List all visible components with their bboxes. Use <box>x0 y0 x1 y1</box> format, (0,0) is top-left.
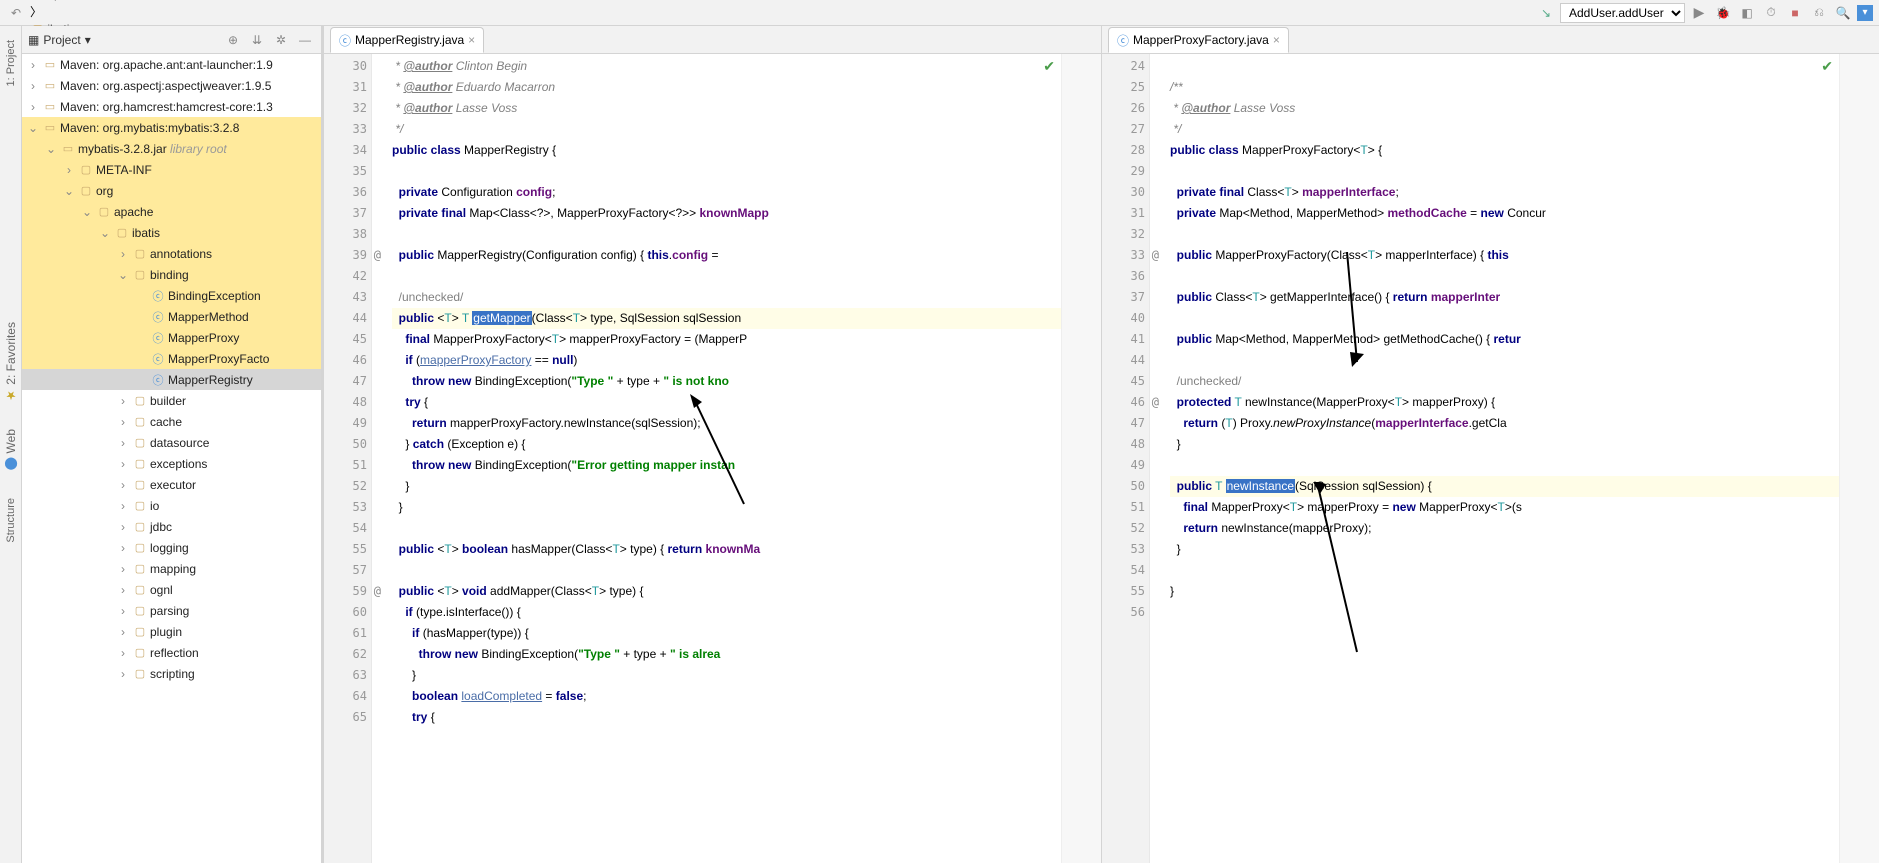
editor-right: ⓒMapperProxyFactory.java × 2425262728293… <box>1102 26 1879 863</box>
inspection-ok-icon: ✔ <box>1821 58 1833 75</box>
tree-item[interactable]: ›▢builder <box>22 390 321 411</box>
minimap[interactable] <box>1061 54 1101 863</box>
tab-label: MapperRegistry.java <box>355 33 464 47</box>
project-panel-header: ▦ Project ▾ ⊕ ⇊ ✲ — <box>22 26 321 54</box>
tree-item[interactable]: ›▢parsing <box>22 600 321 621</box>
editor-tabs-left: ⓒMapperRegistry.java × <box>324 26 1101 54</box>
tree-item[interactable]: ›▢datasource <box>22 432 321 453</box>
tree-item[interactable]: ›▢ognl <box>22 579 321 600</box>
hide-icon[interactable]: — <box>295 33 315 47</box>
tree-item[interactable]: ›▭Maven: org.hamcrest:hamcrest-core:1.3 <box>22 96 321 117</box>
search-icon[interactable]: 🔍 <box>1833 3 1853 23</box>
collapse-icon[interactable]: ⇊ <box>247 33 267 47</box>
inspection-ok-icon: ✔ <box>1043 58 1055 75</box>
tree-item[interactable]: ⓒMapperMethod <box>22 306 321 327</box>
tree-item[interactable]: ⓒBindingException <box>22 285 321 306</box>
close-icon[interactable]: × <box>468 33 475 47</box>
breadcrumb-item[interactable]: ▢ apache <box>30 0 177 3</box>
left-gutter: 1: Project ★ 2: Favorites ⬤ Web Structur… <box>0 26 22 863</box>
vcs-icon[interactable]: ⎌ <box>1809 3 1829 23</box>
tree-item[interactable]: ⌄▭Maven: org.mybatis:mybatis:3.2.8 <box>22 117 321 138</box>
web-tool-button[interactable]: ⬤ Web <box>4 421 18 479</box>
tree-item[interactable]: ⓒMapperProxy <box>22 327 321 348</box>
tree-item[interactable]: ›▢mapping <box>22 558 321 579</box>
run-config-select[interactable]: AddUser.addUser <box>1560 3 1685 23</box>
tree-item[interactable]: ⌄▢binding <box>22 264 321 285</box>
project-tool-button[interactable]: 1: Project <box>5 32 17 94</box>
navigation-bar: ▫ mybatis-3.2.8-sources.jar〉▢ org〉▢ apac… <box>0 0 1879 26</box>
minimap[interactable] <box>1839 54 1879 863</box>
tree-item[interactable]: ⌄▢apache <box>22 201 321 222</box>
editor-tabs-right: ⓒMapperProxyFactory.java × <box>1102 26 1879 54</box>
tree-item[interactable]: ›▢logging <box>22 537 321 558</box>
tree-item[interactable]: ⓒMapperRegistry <box>22 369 321 390</box>
editor-content-left[interactable]: 3031323334353637383942434445464748495051… <box>324 54 1101 863</box>
project-panel-title[interactable]: ▦ Project ▾ <box>28 33 219 47</box>
tree-item[interactable]: ›▭Maven: org.aspectj:aspectjweaver:1.9.5 <box>22 75 321 96</box>
editor-content-right[interactable]: 2425262728293031323336374041444546474849… <box>1102 54 1879 863</box>
tree-item[interactable]: ›▢scripting <box>22 663 321 684</box>
tree-item[interactable]: ›▢plugin <box>22 621 321 642</box>
run-icon[interactable]: ▶ <box>1689 3 1709 23</box>
tree-item[interactable]: ⌄▢org <box>22 180 321 201</box>
tree-item[interactable]: ›▢io <box>22 495 321 516</box>
profile-icon[interactable]: ⏱ <box>1761 3 1781 23</box>
settings-icon[interactable]: ✲ <box>271 33 291 47</box>
tree-item[interactable]: ›▭Maven: org.apache.ant:ant-launcher:1.9 <box>22 54 321 75</box>
more-icon[interactable]: ▾ <box>1857 5 1873 21</box>
tree-item[interactable]: ›▢exceptions <box>22 453 321 474</box>
tree-item[interactable]: ›▢jdbc <box>22 516 321 537</box>
build-icon[interactable]: ↘ <box>1536 3 1556 23</box>
coverage-icon[interactable]: ◧ <box>1737 3 1757 23</box>
structure-tool-button[interactable]: Structure <box>5 490 17 551</box>
project-panel: ▦ Project ▾ ⊕ ⇊ ✲ — ›▭Maven: org.apache.… <box>22 26 324 863</box>
favorites-tool-button[interactable]: ★ 2: Favorites <box>4 314 18 411</box>
locate-icon[interactable]: ⊕ <box>223 33 243 47</box>
close-icon[interactable]: × <box>1273 33 1280 47</box>
tree-item[interactable]: ⌄▭mybatis-3.2.8.jar library root <box>22 138 321 159</box>
tree-item[interactable]: ›▢META-INF <box>22 159 321 180</box>
editor-left: ⓒMapperRegistry.java × 30313233343536373… <box>324 26 1102 863</box>
tree-item[interactable]: ›▢annotations <box>22 243 321 264</box>
tree-item[interactable]: ›▢cache <box>22 411 321 432</box>
tree-item[interactable]: ›▢reflection <box>22 642 321 663</box>
tree-item[interactable]: ›▢executor <box>22 474 321 495</box>
project-tree[interactable]: ›▭Maven: org.apache.ant:ant-launcher:1.9… <box>22 54 321 863</box>
back-icon[interactable] <box>6 3 26 23</box>
tab-label: MapperProxyFactory.java <box>1133 33 1269 47</box>
tab-mapper-registry[interactable]: ⓒMapperRegistry.java × <box>330 27 484 53</box>
tree-item[interactable]: ⌄▢ibatis <box>22 222 321 243</box>
tree-item[interactable]: ⓒMapperProxyFacto <box>22 348 321 369</box>
stop-icon[interactable]: ■ <box>1785 3 1805 23</box>
tab-mapper-proxy-factory[interactable]: ⓒMapperProxyFactory.java × <box>1108 27 1289 53</box>
debug-icon[interactable]: 🐞 <box>1713 3 1733 23</box>
